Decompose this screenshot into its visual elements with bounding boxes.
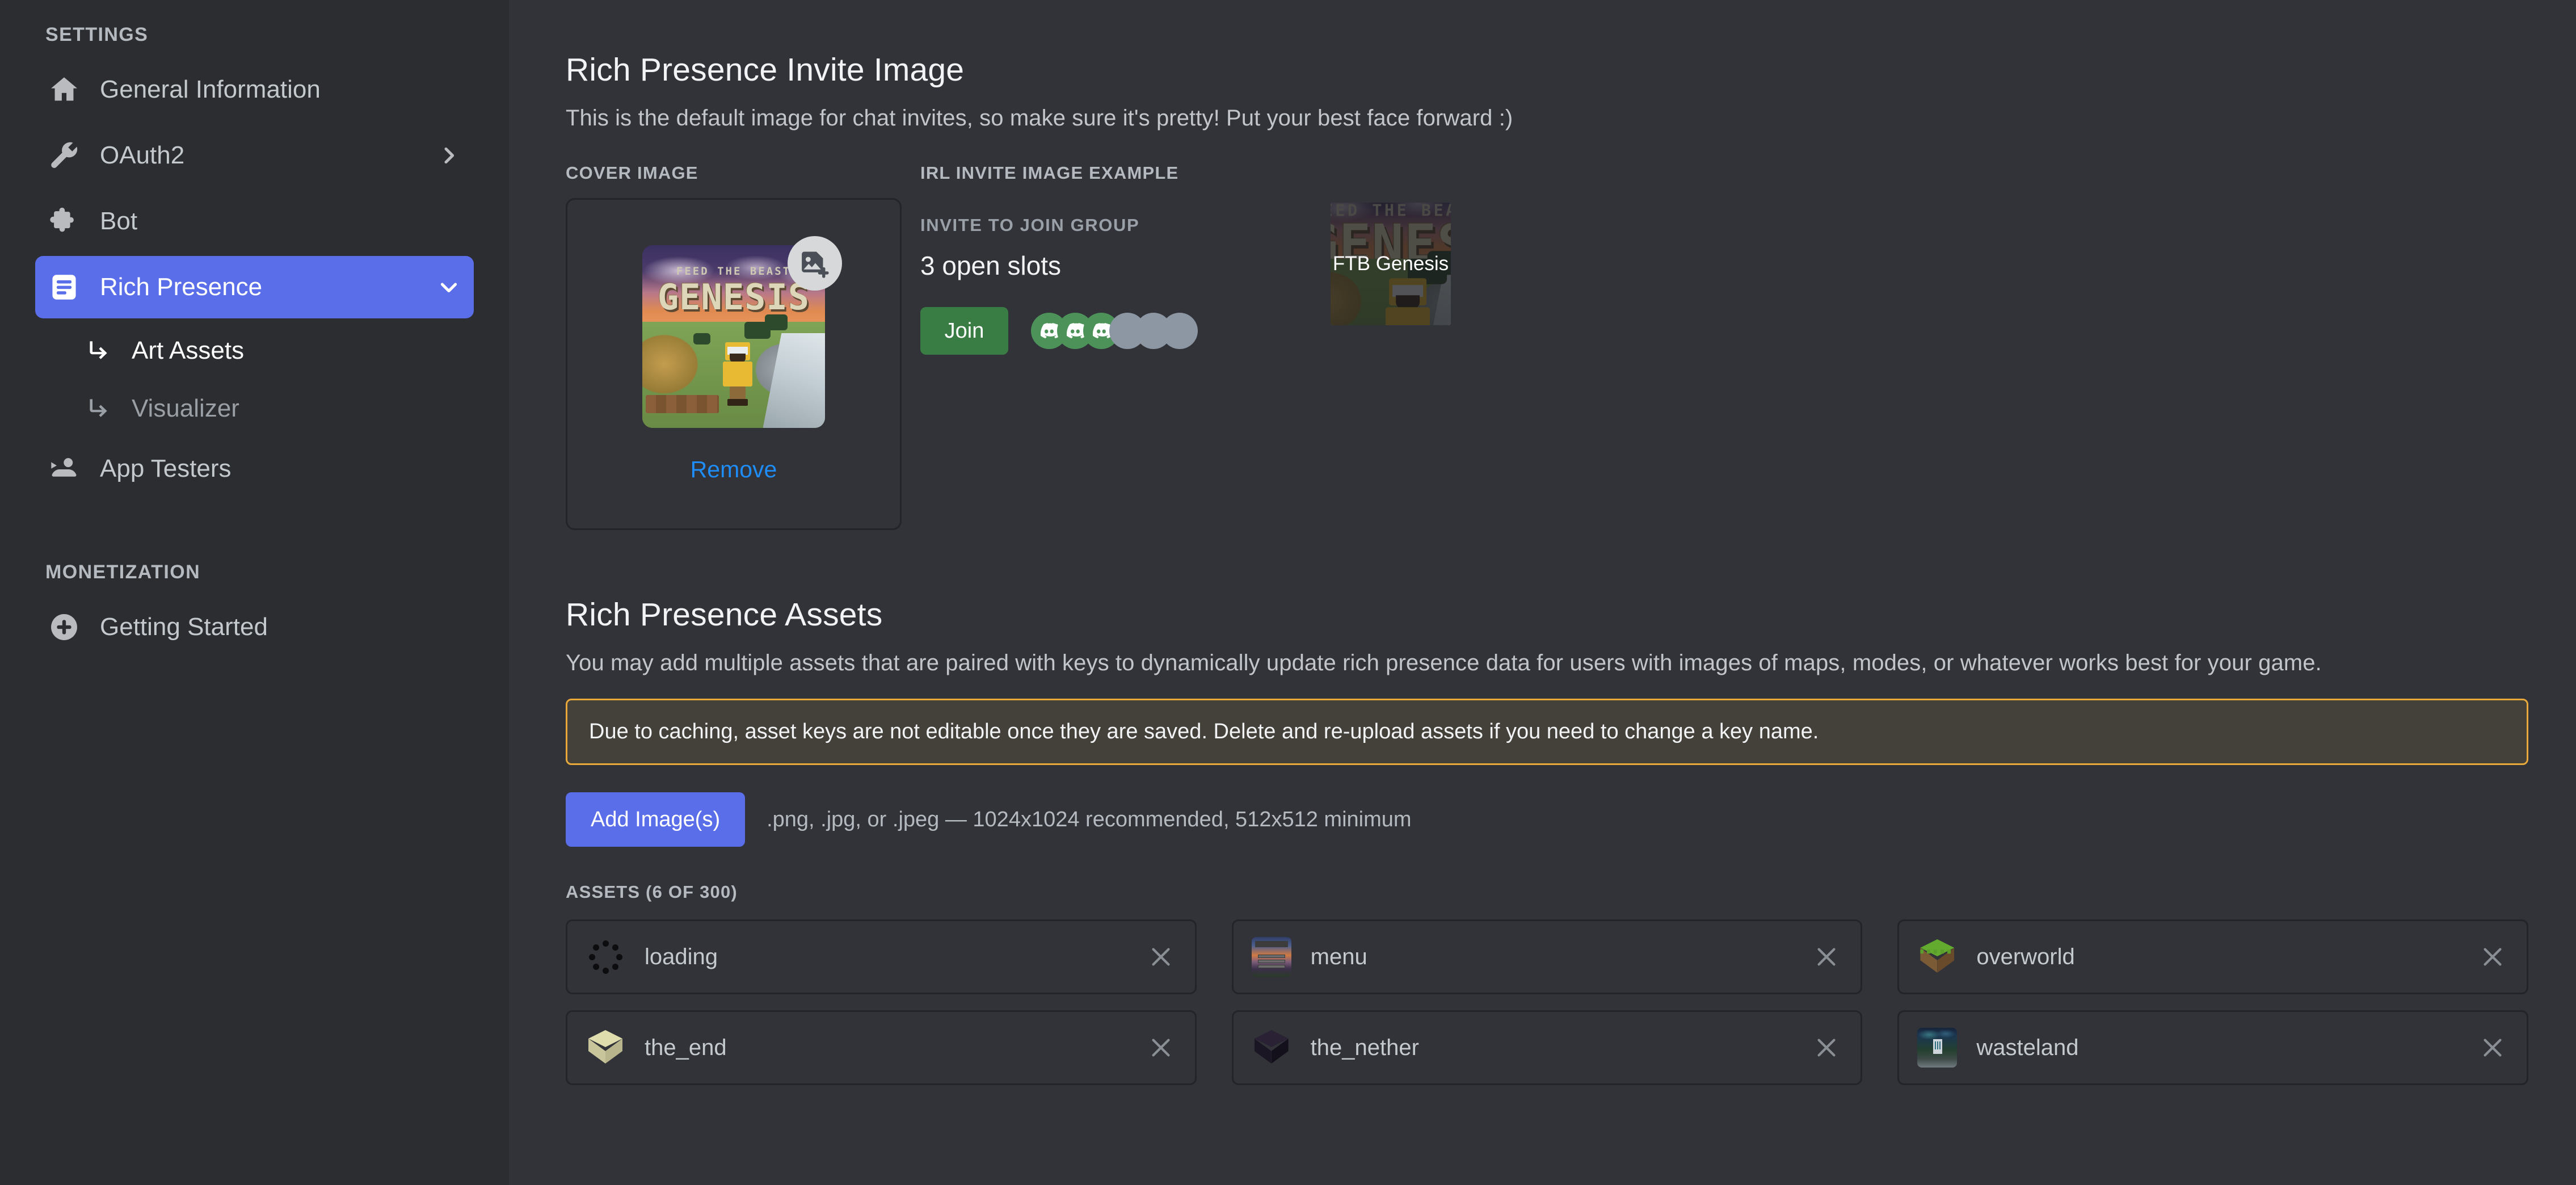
sidebar-item-bot[interactable]: Bot [35, 190, 474, 253]
sidebar-item-label: OAuth2 [100, 141, 185, 169]
irl-invite-label: IRL INVITE IMAGE EXAMPLE [920, 163, 1179, 183]
asset-name: wasteland [1976, 1035, 2079, 1060]
chevron-right-icon[interactable] [436, 143, 461, 168]
asset-row[interactable]: wasteland [1897, 1010, 2528, 1085]
close-icon[interactable] [2477, 941, 2508, 973]
cover-row: COVER IMAGE FEED THE BEAST GENESIS Remov… [566, 163, 2528, 530]
add-image-icon[interactable] [788, 236, 842, 291]
puzzle-piece-icon [48, 205, 81, 238]
sidebar: SETTINGS General Information OAuth2 Bot [0, 0, 509, 1185]
close-icon[interactable] [1145, 1032, 1177, 1064]
asset-name: menu [1310, 944, 1367, 969]
sidebar-section-monetization-title: MONETIZATION [45, 561, 201, 583]
open-slots-text: 3 open slots [920, 251, 1062, 280]
grass-block-thumb [1917, 937, 1957, 977]
cover-image-column: COVER IMAGE FEED THE BEAST GENESIS Remov… [566, 163, 902, 530]
sidebar-item-label: Rich Presence [100, 273, 263, 301]
wasteland-thumb [1917, 1028, 1958, 1068]
irl-invite-column: IRL INVITE IMAGE EXAMPLE INVITE TO JOIN … [920, 163, 2528, 530]
minecraft-menu-thumb [1251, 937, 1291, 977]
people-icon [48, 452, 81, 485]
invite-preview-card: INVITE TO JOIN GROUP 3 open slots Join F… [920, 203, 2528, 355]
sidebar-item-general-information[interactable]: General Information [35, 58, 474, 121]
join-row: Join [920, 307, 1198, 355]
page-title: Rich Presence Invite Image [566, 52, 965, 88]
avatar-stack [1031, 313, 1198, 349]
obsidian-block-thumb [1252, 1028, 1291, 1068]
asset-name: the_end [645, 1035, 727, 1060]
spinner-thumb [586, 937, 625, 977]
asset-row[interactable]: menu [1231, 919, 1863, 994]
sidebar-item-app-testers[interactable]: App Testers [35, 438, 474, 500]
sidebar-item-oauth2[interactable]: OAuth2 [35, 124, 474, 187]
sidebar-item-label: General Information [100, 75, 321, 103]
close-icon[interactable] [1145, 941, 1177, 973]
caching-warning-banner: Due to caching, asset keys are not edita… [566, 699, 2528, 765]
rich-presence-assets-section: Rich Presence Assets You may add multipl… [566, 596, 2528, 1085]
assets-title: Rich Presence Assets [566, 596, 883, 633]
subnav-arrow-icon [84, 394, 112, 423]
assets-description: You may add multiple assets that are pai… [566, 650, 2322, 675]
cover-image-box: FEED THE BEAST GENESIS Remove [566, 198, 902, 530]
asset-name: loading [645, 944, 718, 969]
assets-count-label: ASSETS (6 OF 300) [566, 882, 738, 902]
close-icon[interactable] [1811, 1032, 1842, 1064]
rich-presence-icon [48, 271, 81, 304]
game-tile-label: FTB Genesis [1332, 253, 1449, 275]
sidebar-item-label: Bot [100, 207, 138, 235]
cover-image-label: COVER IMAGE [566, 163, 698, 183]
asset-row[interactable]: loading [566, 919, 1197, 994]
cover-thumb-wrap: FEED THE BEAST GENESIS [642, 236, 842, 428]
home-icon [48, 73, 81, 106]
asset-row[interactable]: the_nether [1231, 1010, 1863, 1085]
asset-row[interactable]: the_end [566, 1010, 1197, 1085]
close-icon[interactable] [2477, 1032, 2508, 1064]
sidebar-subitem-art-assets[interactable]: Art Assets [35, 322, 474, 380]
invite-eyebrow: INVITE TO JOIN GROUP [920, 215, 1140, 235]
end-stone-thumb [586, 1028, 625, 1068]
sidebar-item-label: App Testers [100, 455, 231, 482]
main-content: Rich Presence Invite Image This is the d… [509, 0, 2576, 1185]
sidebar-section-settings-title: SETTINGS [45, 24, 149, 45]
app-root: SETTINGS General Information OAuth2 Bot [0, 0, 2576, 1185]
assets-grid: loading menu overworld the_end the_nethe… [566, 919, 2528, 1085]
sidebar-subitem-label: Art Assets [132, 337, 245, 364]
avatar-empty-slot [1161, 313, 1198, 349]
sidebar-subitem-label: Visualizer [132, 394, 239, 422]
upload-row: Add Image(s) .png, .jpg, or .jpeg — 1024… [566, 792, 2528, 847]
asset-name: overworld [1976, 944, 2075, 969]
add-images-button[interactable]: Add Image(s) [566, 792, 746, 847]
asset-row[interactable]: overworld [1897, 919, 2528, 994]
page-description: This is the default image for chat invit… [566, 106, 1513, 131]
upload-hint-text: .png, .jpg, or .jpeg — 1024x1024 recomme… [767, 807, 1412, 831]
plus-circle-icon [48, 611, 81, 644]
join-button[interactable]: Join [920, 307, 1008, 355]
invite-preview-text-block: INVITE TO JOIN GROUP 3 open slots Join [920, 203, 1198, 355]
sidebar-subitem-visualizer[interactable]: Visualizer [35, 380, 474, 438]
subnav-arrow-icon [84, 337, 112, 365]
sidebar-item-label: Getting Started [100, 613, 268, 641]
asset-name: the_nether [1310, 1035, 1419, 1060]
game-tile: FEED THE BEAST GENESIS F [1331, 203, 1451, 325]
sidebar-item-getting-started[interactable]: Getting Started [35, 596, 474, 658]
close-icon[interactable] [1811, 941, 1842, 973]
sidebar-item-rich-presence[interactable]: Rich Presence [35, 256, 474, 318]
chevron-down-icon[interactable] [436, 275, 461, 300]
wrench-icon [48, 139, 81, 172]
remove-cover-image-link[interactable]: Remove [691, 456, 777, 483]
loading-spinner-icon [586, 937, 625, 977]
